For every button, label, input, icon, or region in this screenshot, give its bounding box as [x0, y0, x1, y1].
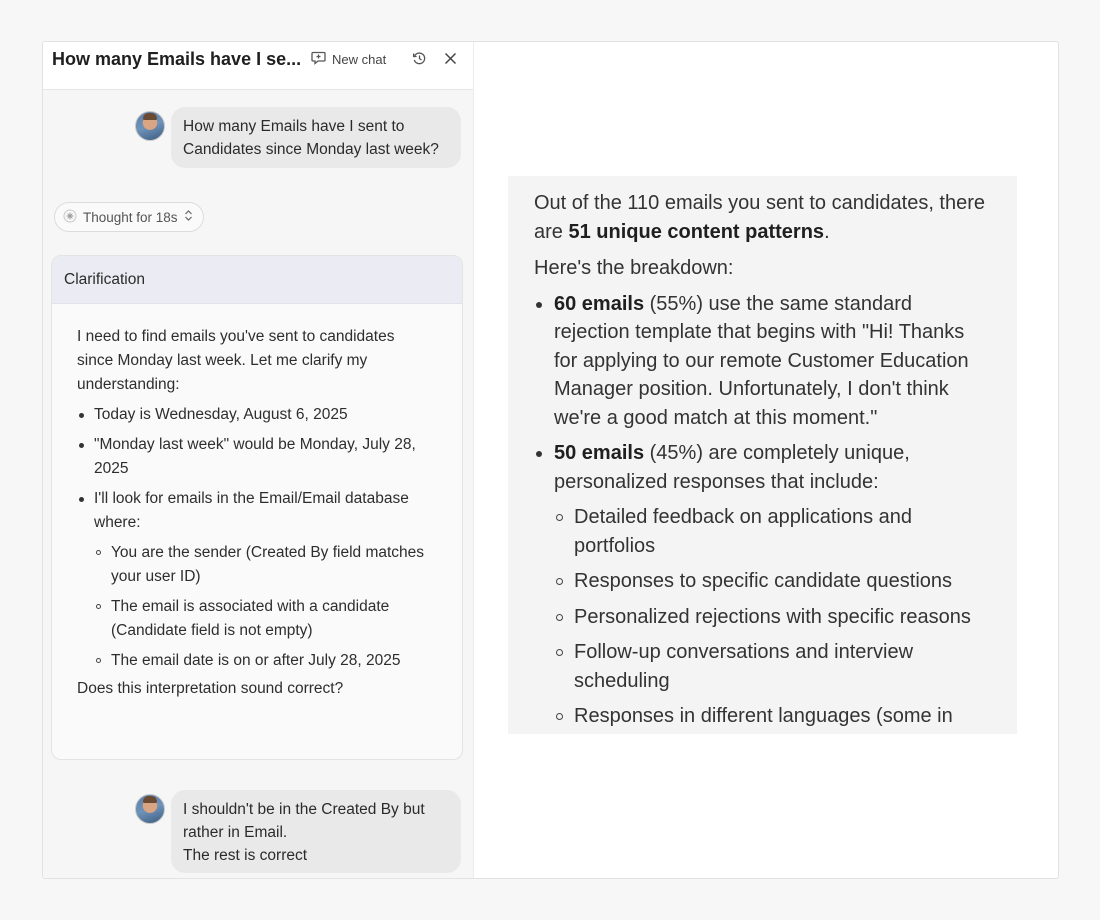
list-item: "Monday last week" would be Monday, July… — [77, 433, 432, 481]
history-button[interactable] — [410, 52, 428, 70]
answer-intro: Out of the 110 emails you sent to candid… — [534, 189, 991, 246]
avatar — [135, 794, 165, 824]
list-item: 50 emails (45%) are completely unique, p… — [534, 439, 991, 734]
answer-content: Out of the 110 emails you sent to candid… — [508, 176, 1017, 734]
clarification-list: Today is Wednesday, August 6, 2025 "Mond… — [77, 403, 432, 673]
thought-toggle[interactable]: Thought for 18s — [54, 202, 204, 232]
chat-header: How many Emails have I se... New chat — [43, 42, 473, 90]
new-chat-label: New chat — [332, 52, 387, 67]
breakdown-heading: Here's the breakdown: — [534, 257, 734, 279]
sub-list-item: The email is associated with a candidate… — [94, 595, 432, 643]
clarification-card: Clarification I need to find emails you'… — [51, 255, 463, 760]
list-item: I'll look for emails in the Email/Email … — [77, 487, 432, 673]
chat-title: How many Emails have I se... — [52, 49, 302, 69]
chat-panel: How many Emails have I se... New chat Ho… — [43, 42, 474, 878]
close-icon — [444, 52, 457, 70]
chevron-updown-icon — [184, 209, 193, 225]
close-button[interactable] — [441, 52, 459, 70]
thought-label: Thought for 18s — [83, 209, 178, 225]
message-bubble: How many Emails have I sent to Candidate… — [171, 107, 461, 168]
sub-list-item: Detailed feedback on applications and po… — [554, 503, 991, 560]
clarification-body: I need to find emails you've sent to can… — [52, 304, 462, 701]
avatar — [135, 111, 165, 141]
sub-list-item: Personalized rejections with specific re… — [554, 603, 991, 632]
message-bubble: I shouldn't be in the Created By but rat… — [171, 790, 461, 873]
clarification-title: Clarification — [52, 256, 462, 304]
clarification-intro: I need to find emails you've sent to can… — [77, 328, 395, 393]
list-item: Today is Wednesday, August 6, 2025 — [77, 403, 432, 427]
message-line: The rest is correct — [183, 847, 308, 864]
sub-list-item: Responses to specific candidate question… — [554, 567, 991, 596]
new-chat-button[interactable]: New chat — [311, 51, 386, 68]
unique-patterns-count: 51 unique content patterns — [568, 220, 825, 243]
sub-list-item: The email date is on or after July 28, 2… — [94, 649, 432, 673]
new-chat-icon — [311, 51, 326, 68]
sub-list-item: Responses in different languages (some i… — [554, 702, 991, 734]
breakdown-list: 60 emails (55%) use the same standard re… — [534, 290, 991, 734]
clarification-question: Does this interpretation sound correct? — [77, 680, 344, 697]
clarification-sublist: You are the sender (Created By field mat… — [94, 541, 432, 673]
message-line: I shouldn't be in the Created By but rat… — [183, 801, 425, 841]
history-icon — [412, 51, 427, 71]
list-item: 60 emails (55%) use the same standard re… — [534, 290, 991, 433]
answer-intro-end: . — [824, 220, 830, 243]
item-count: 60 emails — [554, 292, 645, 315]
sub-list-item: Follow-up conversations and interview sc… — [554, 638, 991, 695]
item-count: 50 emails — [554, 442, 645, 464]
breakdown-sublist: Detailed feedback on applications and po… — [554, 503, 991, 734]
sparkle-icon — [63, 209, 77, 226]
sub-list-item: You are the sender (Created By field mat… — [94, 541, 432, 589]
list-item-text: I'll look for emails in the Email/Email … — [94, 490, 409, 531]
app-window: How many Emails have I se... New chat Ho… — [42, 41, 1059, 879]
